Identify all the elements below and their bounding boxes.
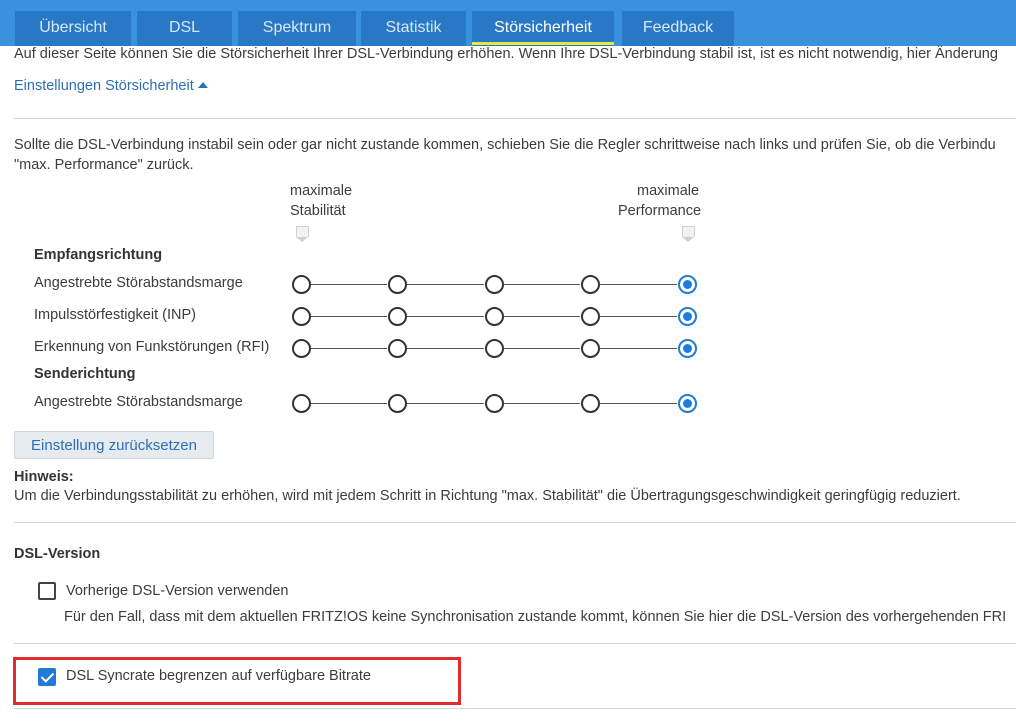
instructions-line-1: Sollte die DSL-Verbindung instabil sein … xyxy=(14,137,996,153)
slider-label: Erkennung von Funkstörungen (RFI) xyxy=(34,339,270,355)
slider-track-segment xyxy=(504,316,580,317)
slider-step-radio[interactable] xyxy=(485,339,504,358)
section-heading-send: Senderichtung xyxy=(34,366,136,382)
previous-dsl-version-description: Für den Fall, dass mit dem aktuellen FRI… xyxy=(64,609,1007,625)
slider-step-radio[interactable] xyxy=(388,394,407,413)
slider-track-segment xyxy=(407,316,484,317)
slider-step-radio[interactable] xyxy=(678,275,697,294)
slider-step-radio[interactable] xyxy=(581,394,600,413)
slider-track-segment xyxy=(600,284,677,285)
hint-title: Hinweis: xyxy=(14,469,74,485)
tab-statistik[interactable]: Statistik xyxy=(361,11,466,46)
scale-right-label-2: Performance xyxy=(618,203,702,219)
slider-step-radio[interactable] xyxy=(388,307,407,326)
slider-track-segment xyxy=(504,348,580,349)
slider-step-radio[interactable] xyxy=(678,339,697,358)
reset-settings-button[interactable]: Einstellung zurücksetzen xyxy=(14,431,214,459)
slider-track-segment xyxy=(311,403,387,404)
slider-step-radio[interactable] xyxy=(581,339,600,358)
slider-track-segment xyxy=(600,403,677,404)
slider-label: Angestrebte Störabstandsmarge xyxy=(34,394,243,410)
settings-toggle-label: Einstellungen Störsicherheit xyxy=(14,78,194,94)
dsl-version-heading: DSL-Version xyxy=(14,546,101,562)
tab-stoersicherheit[interactable]: Störsicherheit xyxy=(472,11,614,46)
tab-dsl[interactable]: DSL xyxy=(137,11,232,46)
slider-track-segment xyxy=(311,316,387,317)
slider-track-segment xyxy=(311,284,387,285)
slider-track-segment xyxy=(311,348,387,349)
slider-step-radio[interactable] xyxy=(292,339,311,358)
slider-step-radio[interactable] xyxy=(388,275,407,294)
divider xyxy=(14,708,1016,709)
slider-track-segment xyxy=(504,403,580,404)
slider-label: Angestrebte Störabstandsmarge xyxy=(34,275,243,291)
instructions-line-2: "max. Performance" zurück. xyxy=(14,157,194,173)
slider-step-radio[interactable] xyxy=(485,275,504,294)
scale-left-label-1: maximale xyxy=(290,183,353,199)
slider-track-segment xyxy=(407,403,484,404)
settings-toggle-link[interactable]: Einstellungen Störsicherheit xyxy=(14,78,208,94)
slider-step-radio[interactable] xyxy=(388,339,407,358)
slider-step-radio[interactable] xyxy=(292,307,311,326)
slider-step-radio[interactable] xyxy=(678,394,697,413)
hint-text: Um die Verbindungsstabilität zu erhöhen,… xyxy=(14,488,961,504)
slider-step-radio[interactable] xyxy=(485,307,504,326)
previous-dsl-version-label[interactable]: Vorherige DSL-Version verwenden xyxy=(66,583,288,599)
slider-track-segment xyxy=(504,284,580,285)
previous-dsl-version-checkbox[interactable] xyxy=(38,582,56,600)
slider-step-radio[interactable] xyxy=(292,275,311,294)
scale-right-marker-icon xyxy=(682,226,695,242)
caret-up-icon xyxy=(197,82,208,88)
scale-left-label-2: Stabilität xyxy=(290,203,346,219)
slider-track-segment xyxy=(407,348,484,349)
slider-label: Impulsstörfestigkeit (INP) xyxy=(34,307,196,323)
tab-uebersicht[interactable]: Übersicht xyxy=(15,11,131,46)
slider-step-radio[interactable] xyxy=(581,275,600,294)
section-heading-receive: Empfangsrichtung xyxy=(34,247,163,263)
highlight-box xyxy=(13,657,461,705)
slider-step-radio[interactable] xyxy=(292,394,311,413)
slider-track-segment xyxy=(407,284,484,285)
scale-right-label-1: maximale xyxy=(637,183,700,199)
divider xyxy=(14,118,1016,119)
slider-step-radio[interactable] xyxy=(581,307,600,326)
intro-text: Auf dieser Seite können Sie die Störsich… xyxy=(14,46,998,62)
divider xyxy=(14,643,1016,644)
tab-feedback[interactable]: Feedback xyxy=(622,11,734,46)
scale-left-marker-icon xyxy=(296,226,309,242)
slider-step-radio[interactable] xyxy=(678,307,697,326)
slider-track-segment xyxy=(600,348,677,349)
top-tab-bar: Übersicht DSL Spektrum Statistik Störsic… xyxy=(0,0,1016,46)
divider xyxy=(14,522,1016,523)
slider-step-radio[interactable] xyxy=(485,394,504,413)
slider-track-segment xyxy=(600,316,677,317)
tab-spektrum[interactable]: Spektrum xyxy=(238,11,356,46)
